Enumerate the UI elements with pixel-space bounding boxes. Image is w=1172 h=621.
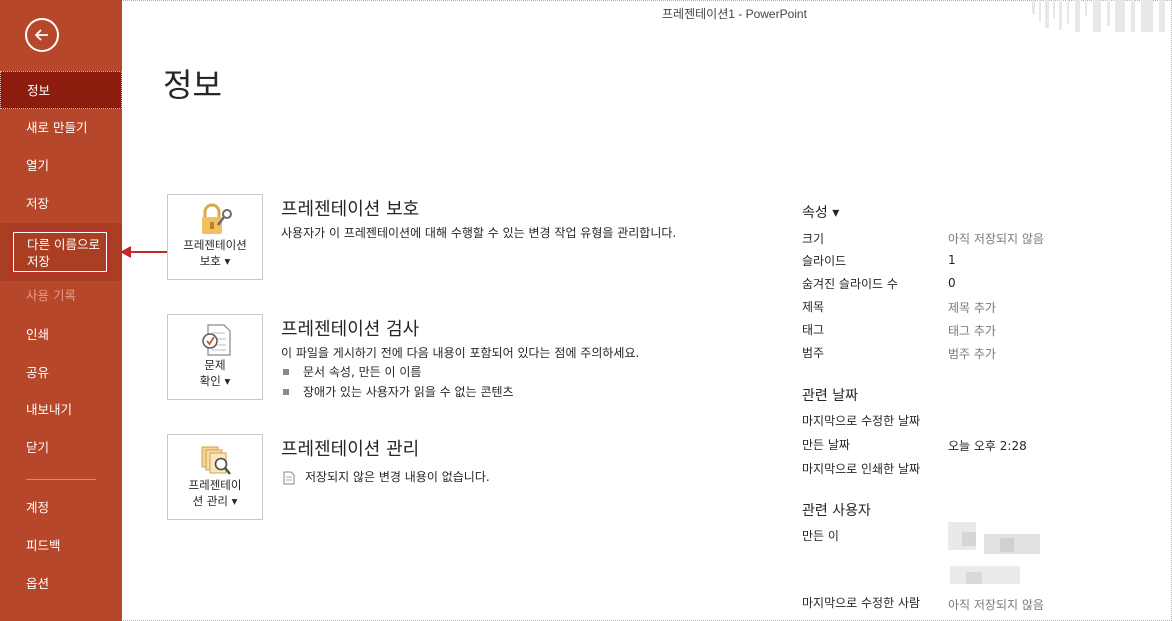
title-input[interactable]: 제목 추가 (948, 299, 996, 316)
backstage-sidebar: 정보 새로 만들기 열기 저장 다른 이름으로 저장 사용 기록 인쇄 공유 내… (0, 0, 122, 621)
date-label: 마지막으로 인쇄한 날짜 (802, 462, 921, 476)
protect-section-title: 프레젠테이션 보호 (281, 199, 420, 220)
sidebar-item-print[interactable]: 인쇄 (0, 316, 122, 354)
page-title: 정보 (163, 66, 222, 104)
property-label: 크기 (802, 232, 825, 246)
sidebar-item-history: 사용 기록 (26, 288, 76, 303)
sidebar-item-export[interactable]: 내보내기 (0, 391, 122, 429)
inspect-section-title: 프레젠테이션 검사 (281, 319, 420, 340)
people-label: 마지막으로 수정한 사람 (802, 596, 921, 610)
manage-presentation-button[interactable]: 프레젠테이 션 관리 ▾ (167, 434, 263, 520)
property-label: 제목 (802, 300, 825, 314)
manage-section-description: 저장되지 않은 변경 내용이 없습니다. (283, 468, 490, 485)
date-label: 만든 날짜 (802, 438, 850, 452)
sidebar-item-feedback[interactable]: 피드백 (0, 527, 122, 565)
inspect-bullet: 문서 속성, 만든 이 이름 (283, 363, 421, 380)
property-label: 숨겨진 슬라이드 수 (802, 277, 898, 291)
back-button[interactable] (25, 18, 59, 52)
property-label: 슬라이드 (802, 254, 847, 268)
category-input[interactable]: 범주 추가 (948, 345, 996, 362)
sidebar-divider (26, 479, 96, 480)
people-value: 아직 저장되지 않음 (948, 598, 1044, 612)
manage-section-title: 프레젠테이션 관리 (281, 439, 420, 460)
document-check-icon (202, 324, 231, 356)
property-label: 태그 (802, 323, 825, 337)
inspect-section-description: 이 파일을 게시하기 전에 다음 내용이 포함되어 있다는 점에 주의하세요. (281, 346, 640, 360)
sidebar-item-save[interactable]: 저장 (0, 185, 122, 223)
related-people-heading: 관련 사용자 (802, 503, 871, 519)
protect-section-description: 사용자가 이 프레젠테이션에 대해 수행할 수 있는 변경 작업 유형을 관리합… (281, 226, 677, 240)
sidebar-item-share[interactable]: 공유 (0, 354, 122, 392)
inspect-bullet: 장애가 있는 사용자가 읽을 수 없는 콘텐츠 (283, 383, 514, 400)
property-label: 범주 (802, 346, 825, 360)
back-arrow-icon (34, 29, 48, 41)
manage-versions-icon (201, 446, 231, 475)
lock-key-icon (202, 203, 232, 234)
protect-presentation-button[interactable]: 프레젠테이션 보호 ▾ (167, 194, 263, 280)
properties-heading[interactable]: 속성 ▾ (802, 202, 839, 222)
sidebar-item-close[interactable]: 닫기 (0, 429, 122, 467)
sidebar-item-open[interactable]: 열기 (0, 147, 122, 185)
property-value: 0 (948, 276, 956, 290)
tags-input[interactable]: 태그 추가 (948, 322, 996, 339)
decorative-pattern (1032, 0, 1165, 32)
related-dates-heading: 관련 날짜 (802, 388, 858, 404)
property-value: 아직 저장되지 않음 (948, 232, 1044, 246)
sidebar-item-account[interactable]: 계정 (0, 489, 122, 527)
sidebar-item-options[interactable]: 옵션 (0, 565, 122, 603)
highlight-box: 다른 이름으로 저장 (10, 229, 110, 275)
date-label: 마지막으로 수정한 날짜 (802, 414, 921, 428)
sidebar-item-new[interactable]: 새로 만들기 (0, 109, 122, 147)
sidebar-item-info[interactable]: 정보 (0, 71, 122, 109)
sidebar-item-save-as[interactable]: 다른 이름으로 저장 (0, 223, 122, 281)
property-value: 1 (948, 253, 956, 267)
people-label: 만든 이 (802, 529, 839, 543)
date-value: 오늘 오후 2:28 (948, 439, 1027, 453)
document-icon (283, 471, 295, 484)
window-title: 프레젠테이션1 - PowerPoint (662, 7, 807, 21)
check-issues-button[interactable]: 문제 확인 ▾ (167, 314, 263, 400)
